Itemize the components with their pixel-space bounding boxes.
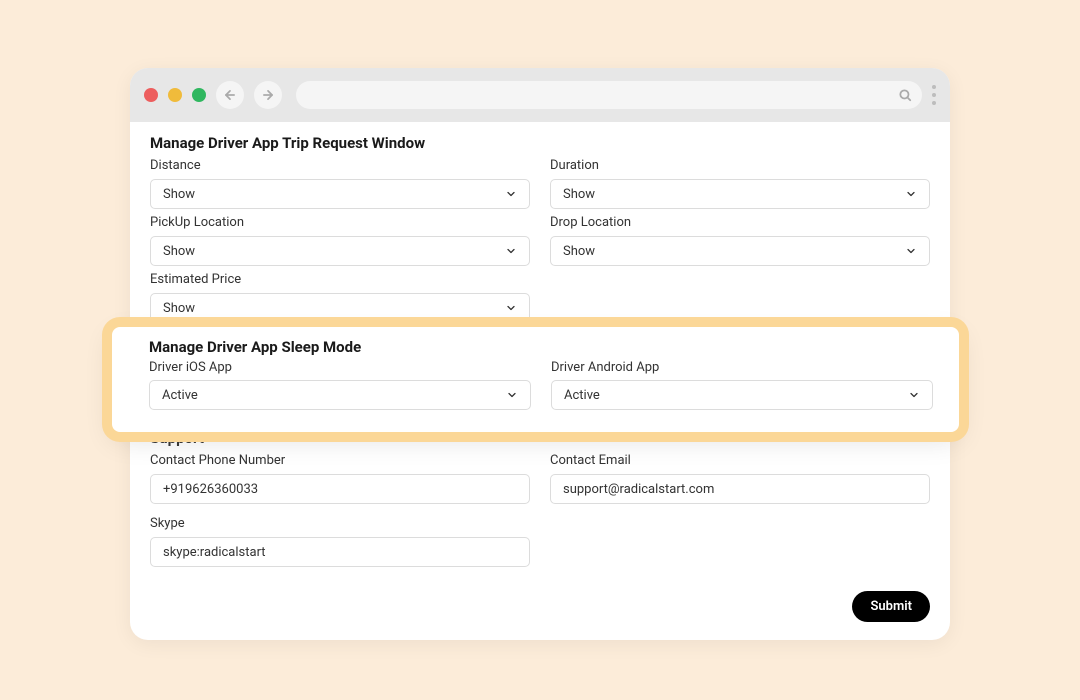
label-ios: Driver iOS App (149, 360, 531, 375)
maximize-icon[interactable] (192, 88, 206, 102)
chevron-down-icon (905, 245, 917, 257)
select-value: Show (163, 244, 195, 259)
label-android: Driver Android App (551, 360, 933, 375)
search-icon (898, 88, 912, 102)
select-value: Show (163, 187, 195, 202)
chevron-down-icon (905, 188, 917, 200)
select-pickup[interactable]: Show (150, 236, 530, 266)
arrow-right-icon (261, 88, 275, 102)
select-duration[interactable]: Show (550, 179, 930, 209)
chevron-down-icon (505, 188, 517, 200)
chevron-down-icon (908, 389, 920, 401)
close-icon[interactable] (144, 88, 158, 102)
label-drop: Drop Location (550, 215, 930, 230)
back-button[interactable] (216, 81, 244, 109)
select-value: Show (563, 187, 595, 202)
select-value: Show (563, 244, 595, 259)
traffic-lights (144, 88, 206, 102)
select-ios[interactable]: Active (149, 380, 531, 410)
minimize-icon[interactable] (168, 88, 182, 102)
label-email: Contact Email (550, 453, 930, 468)
section-title-sleep-mode: Manage Driver App Sleep Mode (149, 338, 933, 356)
select-value: Active (162, 388, 198, 403)
select-distance[interactable]: Show (150, 179, 530, 209)
input-value: skype:radicalstart (163, 545, 266, 560)
chevron-down-icon (506, 389, 518, 401)
more-button[interactable] (932, 85, 936, 105)
label-distance: Distance (150, 158, 530, 173)
input-skype[interactable]: skype:radicalstart (150, 537, 530, 567)
chevron-down-icon (505, 302, 517, 314)
chevron-down-icon (505, 245, 517, 257)
section-title-trip-request: Manage Driver App Trip Request Window (150, 134, 930, 152)
label-price: Estimated Price (150, 272, 530, 287)
select-price[interactable]: Show (150, 293, 530, 323)
select-value: Active (564, 388, 600, 403)
label-pickup: PickUp Location (150, 215, 530, 230)
browser-titlebar (130, 68, 950, 122)
select-drop[interactable]: Show (550, 236, 930, 266)
select-android[interactable]: Active (551, 380, 933, 410)
label-skype: Skype (150, 516, 530, 531)
label-duration: Duration (550, 158, 930, 173)
input-value: +919626360033 (163, 482, 258, 497)
forward-button[interactable] (254, 81, 282, 109)
submit-button[interactable]: Submit (852, 591, 930, 622)
input-email[interactable]: support@radicalstart.com (550, 474, 930, 504)
input-value: support@radicalstart.com (563, 482, 714, 497)
label-phone: Contact Phone Number (150, 453, 530, 468)
arrow-left-icon (223, 88, 237, 102)
input-phone[interactable]: +919626360033 (150, 474, 530, 504)
highlight-card-sleep-mode: Manage Driver App Sleep Mode Driver iOS … (112, 327, 959, 432)
url-bar[interactable] (296, 81, 922, 109)
select-value: Show (163, 301, 195, 316)
